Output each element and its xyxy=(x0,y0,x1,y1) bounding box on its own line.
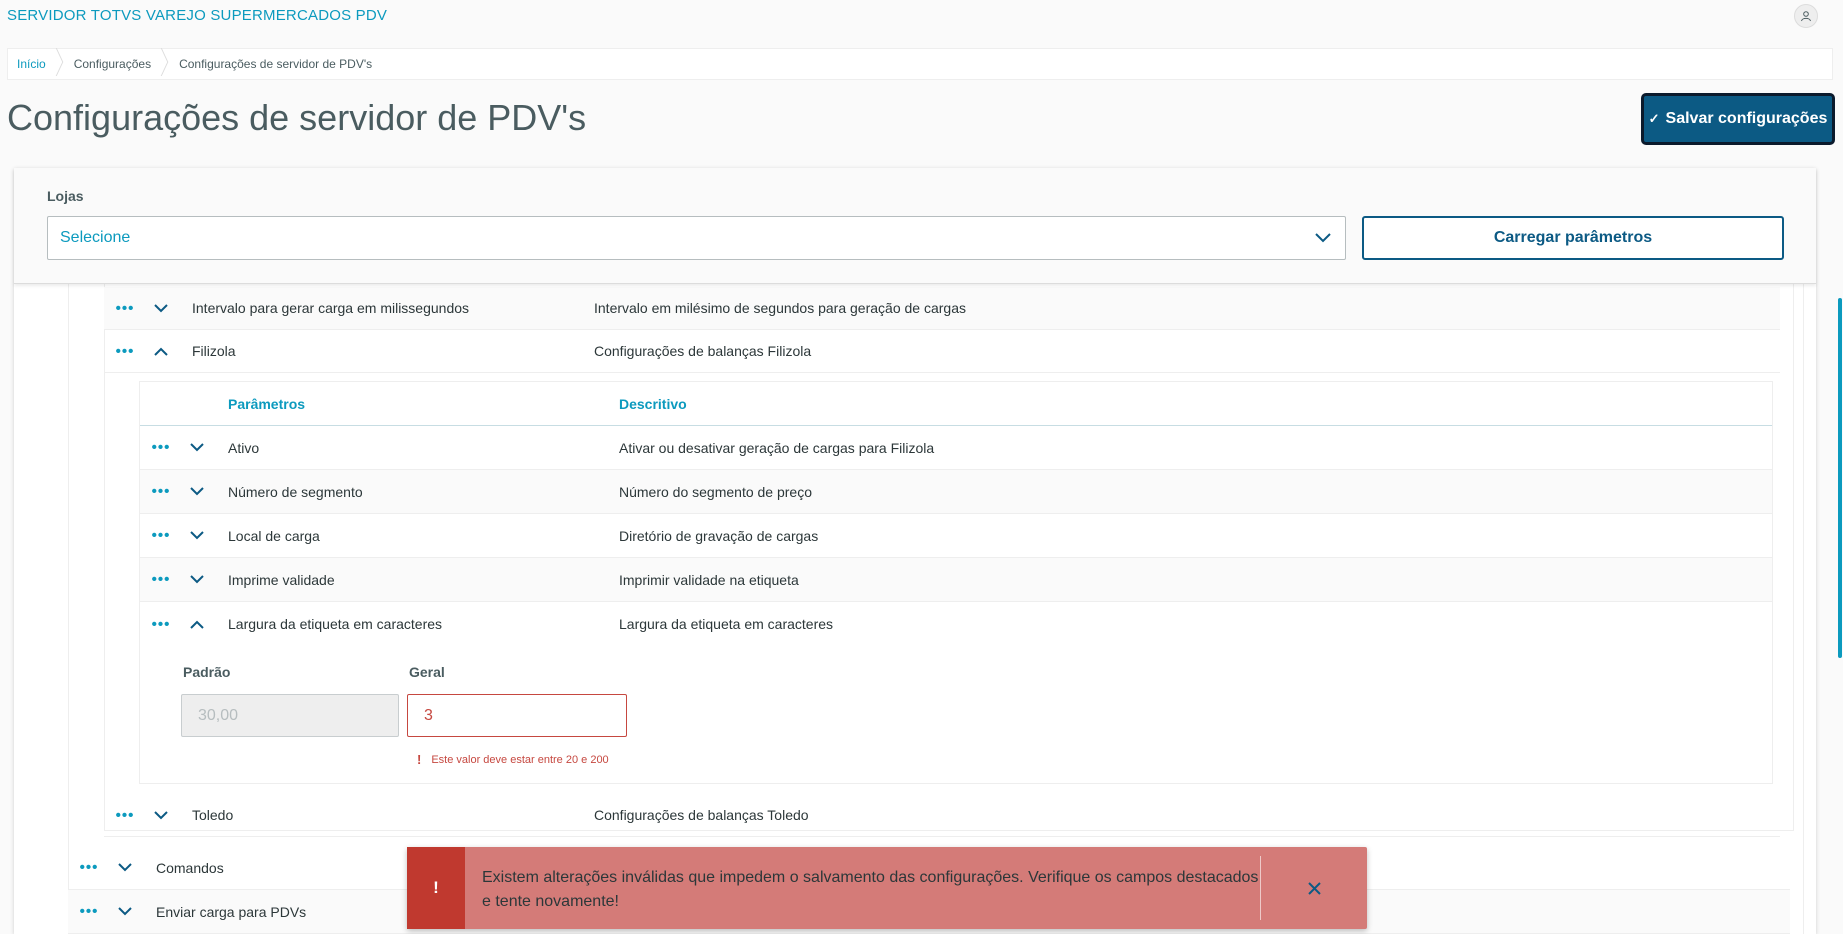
more-options-icon[interactable]: ••• xyxy=(143,483,179,500)
column-header-descritivo[interactable]: Descritivo xyxy=(619,396,687,412)
tree-row-filizola[interactable]: ••• Filizola Configurações de balanças F… xyxy=(104,330,1780,373)
more-options-icon[interactable]: ••• xyxy=(71,859,107,876)
save-button-label: Salvar configurações xyxy=(1665,110,1828,127)
chevron-down-icon xyxy=(1315,233,1331,243)
param-row-ativo[interactable]: ••• Ativo Ativar ou desativar geração de… xyxy=(140,426,1772,470)
scrollbar-thumb[interactable] xyxy=(1838,298,1842,658)
param-row-numero-segmento[interactable]: ••• Número de segmento Número do segment… xyxy=(140,470,1772,514)
row-desc: Número do segmento de preço xyxy=(619,483,812,500)
chevron-down-icon[interactable] xyxy=(143,810,179,820)
padrao-label: Padrão xyxy=(183,664,231,680)
row-name: Largura da etiqueta em caracteres xyxy=(228,616,443,632)
params-table-header: Parâmetros Descritivo xyxy=(140,382,1772,426)
chevron-down-icon[interactable] xyxy=(107,907,143,916)
row-desc: Configurações de balanças Filizola xyxy=(594,343,812,359)
lojas-select-value: Selecione xyxy=(60,229,131,246)
tree-row-toledo[interactable]: ••• Toledo Configurações de balanças Tol… xyxy=(104,794,1780,837)
padrao-field: 30,00 xyxy=(181,694,399,737)
row-desc: Diretório de gravação de cargas xyxy=(619,527,819,544)
row-name: Imprime validade xyxy=(228,571,335,588)
row-name: Enviar carga para PDVs xyxy=(156,903,307,920)
chevron-down-icon[interactable] xyxy=(107,863,143,872)
app-title: SERVIDOR TOTVS VAREJO SUPERMERCADOS PDV xyxy=(7,7,388,24)
load-parameters-button[interactable]: Carregar parâmetros xyxy=(1362,216,1784,260)
chevron-down-icon[interactable] xyxy=(179,487,215,496)
chevron-down-icon[interactable] xyxy=(179,443,215,452)
column-header-parametros[interactable]: Parâmetros xyxy=(228,396,305,412)
row-desc: Ativar ou desativar geração de cargas pa… xyxy=(619,439,935,456)
user-icon[interactable] xyxy=(1794,4,1818,28)
filter-area: Lojas Selecione Carregar parâmetros xyxy=(14,168,1816,284)
param-row-largura-etiqueta[interactable]: ••• Largura da etiqueta em caracteres La… xyxy=(140,602,1772,646)
geral-error-message: ! Este valor deve estar entre 20 e 200 xyxy=(417,752,609,767)
row-name: Comandos xyxy=(156,859,224,876)
more-options-icon[interactable]: ••• xyxy=(71,903,107,920)
chevron-down-icon[interactable] xyxy=(179,531,215,540)
error-text: Este valor deve estar entre 20 e 200 xyxy=(431,753,609,766)
row-desc: Intervalo em milésimo de segundos para g… xyxy=(594,300,966,316)
breadcrumb: Início Configurações Configurações de se… xyxy=(7,48,1833,80)
alert-icon: ! xyxy=(407,847,465,929)
lojas-label: Lojas xyxy=(47,188,84,204)
error-icon: ! xyxy=(417,752,422,767)
more-options-icon[interactable]: ••• xyxy=(107,300,143,317)
chevron-down-icon[interactable] xyxy=(179,575,215,584)
geral-input[interactable]: 3 xyxy=(407,694,627,737)
more-options-icon[interactable]: ••• xyxy=(143,571,179,588)
row-name: Filizola xyxy=(192,343,236,359)
more-options-icon[interactable]: ••• xyxy=(143,616,179,633)
toast-message: Existem alterações inválidas que impedem… xyxy=(482,869,1259,910)
row-name: Número de segmento xyxy=(228,483,363,500)
row-desc: Largura da etiqueta em caracteres xyxy=(619,616,834,632)
row-name: Ativo xyxy=(228,439,260,456)
lojas-select[interactable]: Selecione xyxy=(47,216,1346,260)
chevron-down-icon[interactable] xyxy=(143,303,179,313)
breadcrumb-inicio[interactable]: Início xyxy=(8,57,60,71)
breadcrumb-current: Configurações de servidor de PDV's xyxy=(179,57,373,71)
chevron-up-icon[interactable] xyxy=(143,347,179,356)
tree-row-intervalo[interactable]: ••• Intervalo para gerar carga em miliss… xyxy=(104,287,1780,330)
check-icon: ✓ xyxy=(1648,111,1660,126)
row-desc: Imprimir validade na etiqueta xyxy=(619,571,799,588)
more-options-icon[interactable]: ••• xyxy=(143,527,179,544)
breadcrumb-configuracoes[interactable]: Configurações xyxy=(60,57,165,71)
chevron-up-icon[interactable] xyxy=(179,620,215,629)
row-name: Toledo xyxy=(192,807,234,823)
top-bar: SERVIDOR TOTVS VAREJO SUPERMERCADOS PDV xyxy=(0,0,1843,40)
more-options-icon[interactable]: ••• xyxy=(107,807,143,824)
param-row-local-carga[interactable]: ••• Local de carga Diretório de gravação… xyxy=(140,514,1772,558)
close-icon[interactable] xyxy=(1261,847,1367,929)
geral-label: Geral xyxy=(409,664,445,680)
error-toast: ! Existem alterações inválidas que imped… xyxy=(407,847,1367,929)
param-row-imprime-validade[interactable]: ••• Imprime validade Imprimir validade n… xyxy=(140,558,1772,602)
save-button[interactable]: ✓ Salvar configurações xyxy=(1641,93,1835,145)
row-desc: Configurações de balanças Toledo xyxy=(594,807,809,823)
row-name: Local de carga xyxy=(228,527,320,544)
row-name: Intervalo para gerar carga em milissegun… xyxy=(192,300,470,316)
more-options-icon[interactable]: ••• xyxy=(143,439,179,456)
more-options-icon[interactable]: ••• xyxy=(107,343,143,360)
page-title: Configurações de servidor de PDV's xyxy=(7,97,587,138)
